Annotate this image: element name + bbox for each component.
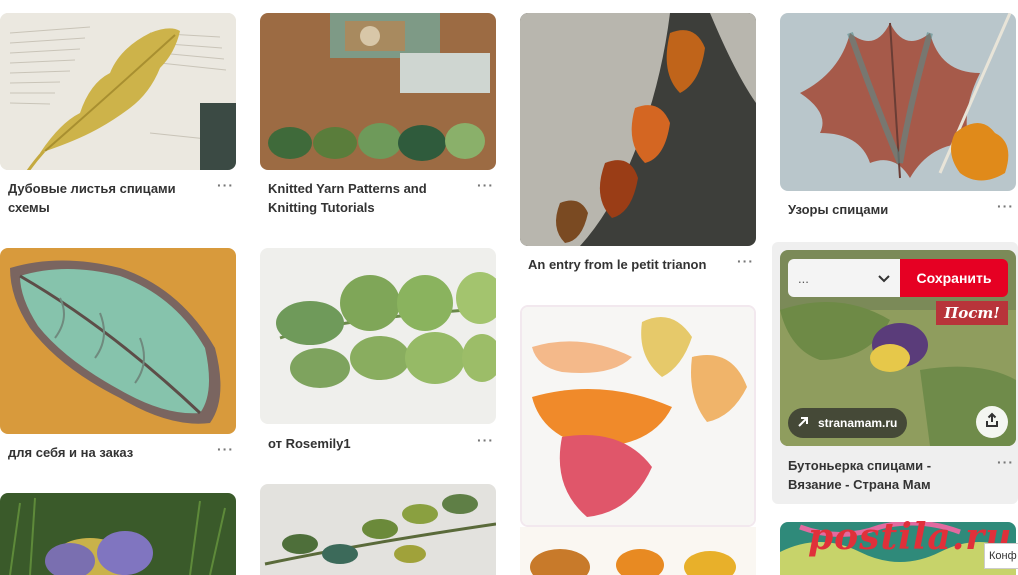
pin-image-orange-leaves[interactable]	[520, 527, 756, 575]
board-select-value: ...	[798, 270, 809, 286]
share-button[interactable]	[976, 406, 1008, 438]
autumn-leaves-image	[522, 307, 754, 525]
pin-image-knitted-leaves-row[interactable]	[260, 13, 496, 170]
more-options-icon[interactable]: ···	[737, 254, 754, 268]
postila-watermark: postila.ru	[808, 516, 1013, 558]
share-icon	[984, 412, 1000, 433]
pin-image-green-leaves[interactable]	[260, 248, 496, 424]
pin-title[interactable]: Бутоньерка спицами - Вязание - Страна Ма…	[788, 456, 978, 494]
chevron-down-icon	[878, 271, 890, 286]
more-options-icon[interactable]: ···	[217, 442, 234, 456]
arrow-up-right-icon	[796, 415, 810, 432]
orange-leaves-image	[520, 527, 756, 575]
pin-title[interactable]: для себя и на заказ	[8, 443, 203, 462]
more-options-icon[interactable]: ···	[997, 199, 1014, 213]
board-select-dropdown[interactable]: ...	[788, 259, 900, 297]
pin-title[interactable]: Узоры спицами	[788, 200, 983, 219]
flower-image	[0, 493, 236, 575]
sweater-leaves-image	[520, 13, 756, 246]
pin-image-flower-grass[interactable]	[0, 493, 236, 575]
source-domain-label: stranamam.ru	[818, 416, 898, 430]
corner-tooltip[interactable]: Конф	[984, 543, 1018, 569]
pin-image-oak-leaf-book[interactable]	[0, 13, 236, 170]
pin-image-leaf-branch[interactable]	[260, 484, 496, 575]
more-options-icon[interactable]: ···	[217, 178, 234, 192]
pin-image-knit-sweater-leaves[interactable]	[520, 13, 756, 246]
maple-leaf-image	[780, 13, 1016, 191]
leaf-branch-image	[260, 484, 496, 575]
green-leaves-image	[260, 248, 496, 424]
source-domain-link[interactable]: stranamam.ru	[788, 408, 908, 438]
post-badge: Пост!	[936, 301, 1008, 325]
more-options-icon[interactable]: ···	[997, 455, 1014, 469]
more-options-icon[interactable]: ···	[477, 178, 494, 192]
oak-leaf-image	[0, 13, 236, 170]
pin-title[interactable]: Knitted Yarn Patterns and Knitting Tutor…	[268, 179, 463, 217]
knitted-leaves-image	[260, 13, 496, 170]
pin-title[interactable]: An entry from le petit trianon	[528, 255, 728, 274]
pin-title[interactable]: от Rosemily1	[268, 434, 463, 453]
save-button[interactable]: Сохранить	[900, 259, 1008, 297]
more-options-icon[interactable]: ···	[477, 433, 494, 447]
pin-image-maple-leaf[interactable]	[780, 13, 1016, 191]
pin-image-autumn-crochet-leaves[interactable]	[520, 305, 756, 527]
pin-image-crochet-leaf[interactable]	[0, 248, 236, 434]
crochet-leaf-image	[0, 248, 236, 434]
pin-title[interactable]: Дубовые листья спицами схемы	[8, 179, 203, 217]
pin-image-pansy-brooch[interactable]: ... Сохранить Пост! stranamam.ru	[780, 250, 1016, 446]
